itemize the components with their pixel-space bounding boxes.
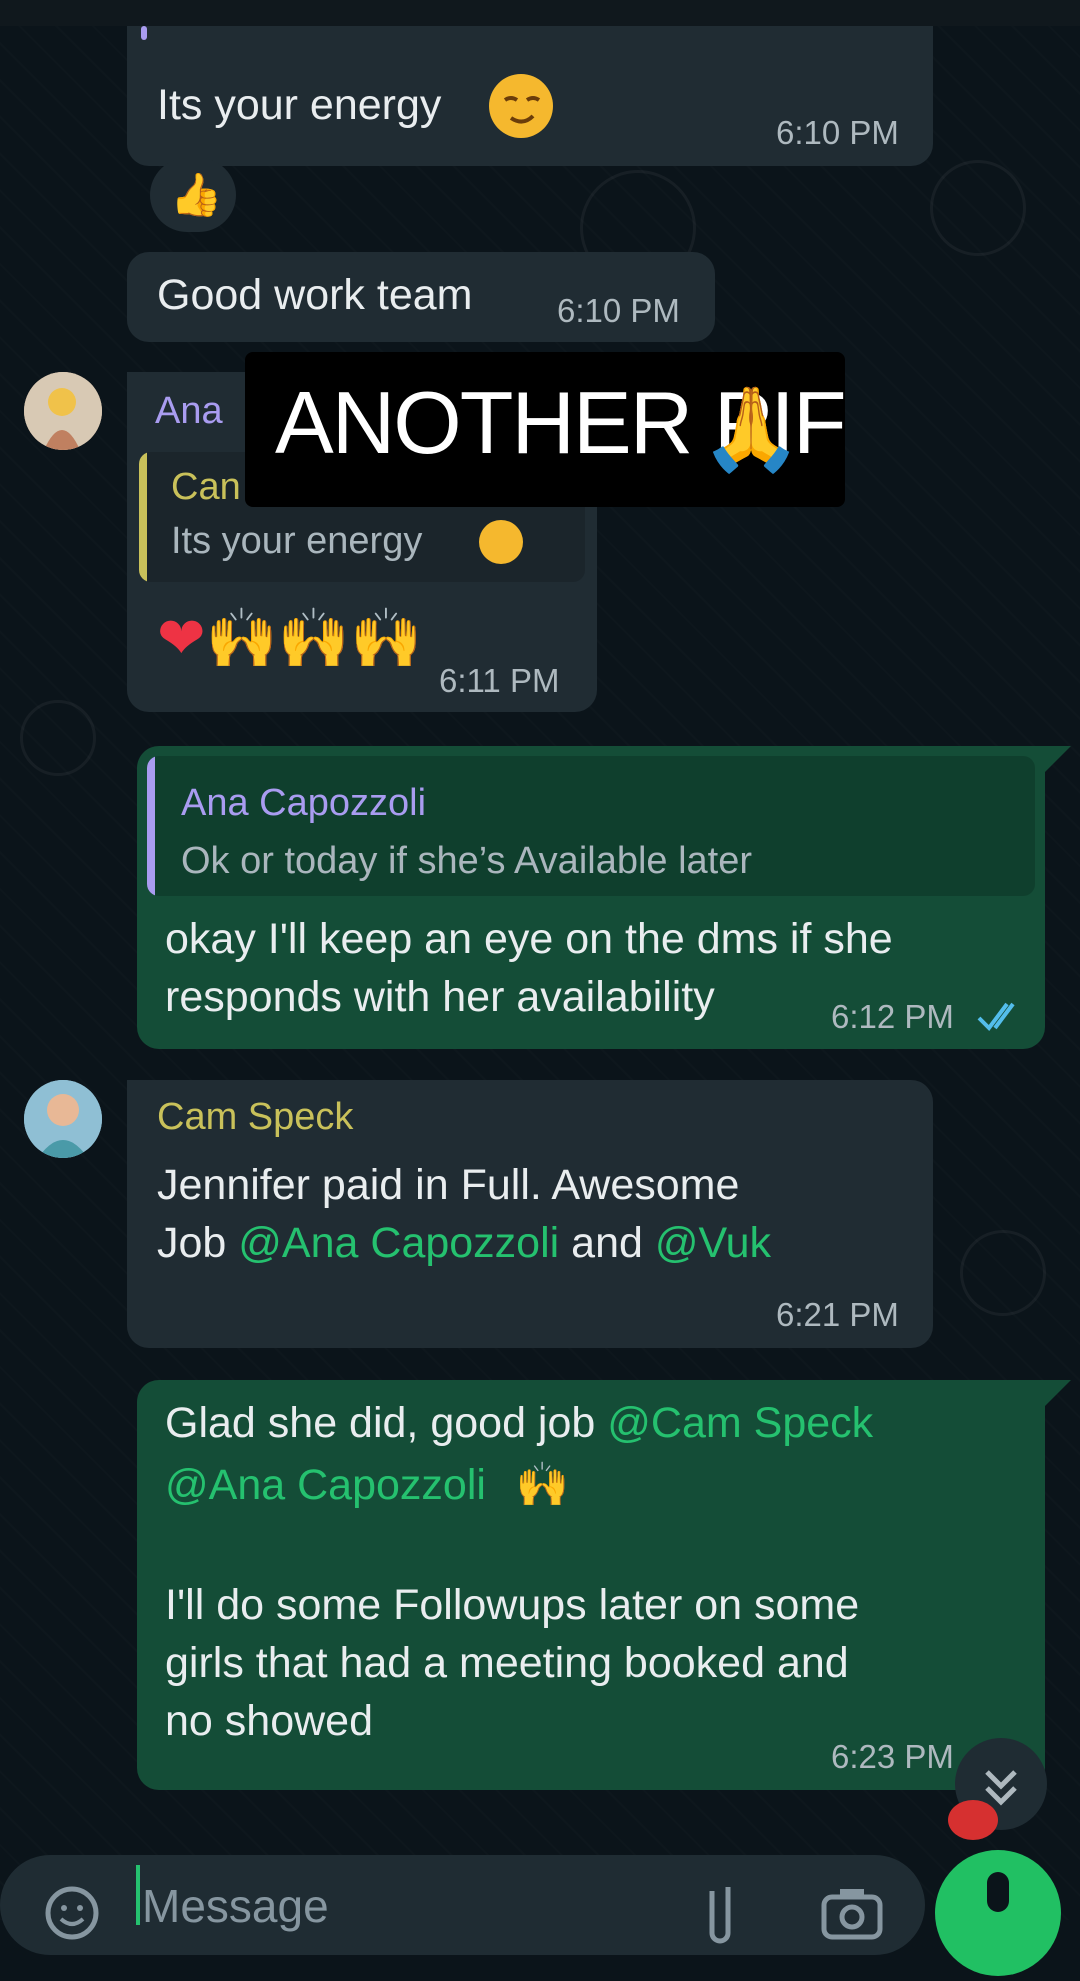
quote-text: Ok or today if she’s Available later bbox=[181, 840, 753, 882]
mention-link[interactable]: @Cam Speck bbox=[607, 1399, 873, 1447]
reaction-badge[interactable]: 👍 bbox=[150, 158, 236, 232]
message-bubble-incoming[interactable]: Good work team 6:10 PM bbox=[127, 252, 715, 342]
text-segment: Glad she did, good job bbox=[165, 1399, 608, 1447]
wallpaper-doodle bbox=[20, 700, 96, 776]
message-time: 6:21 PM bbox=[776, 1296, 899, 1333]
mention-link[interactable]: @Vuk bbox=[655, 1219, 771, 1267]
reaction-emojis: ❤🙌🙌🙌 bbox=[157, 604, 423, 672]
quote-text: Its your energy bbox=[171, 520, 423, 562]
message-time: 6:10 PM bbox=[776, 114, 899, 151]
message-text-line: responds with her availability bbox=[165, 973, 715, 1021]
wallpaper-doodle bbox=[960, 1230, 1046, 1316]
message-time: 6:11 PM bbox=[439, 662, 560, 699]
quote-bar-fragment bbox=[141, 26, 147, 40]
avatar-cam[interactable] bbox=[24, 1080, 102, 1158]
emoji-icon[interactable] bbox=[42, 1883, 102, 1948]
bubble-tail bbox=[1045, 746, 1071, 772]
message-input[interactable] bbox=[140, 1865, 664, 1947]
mic-icon bbox=[987, 1872, 1009, 1912]
message-text: Its your energy bbox=[157, 81, 442, 129]
message-input-bar[interactable] bbox=[0, 1855, 925, 1955]
sender-name: Cam Speck bbox=[157, 1096, 354, 1138]
message-text-line: @Ana Capozzoli 🙌 bbox=[165, 1456, 569, 1514]
raised-hands-icon: 🙌 bbox=[515, 1460, 570, 1510]
message-text-line: Job @Ana Capozzoli and @Vuk bbox=[157, 1214, 771, 1272]
praying-hands-icon: 🙏 bbox=[700, 382, 803, 477]
message-time: 6:23 PM bbox=[831, 1738, 954, 1775]
message-text-line: Glad she did, good job @Cam Speck bbox=[165, 1394, 873, 1452]
thumbs-up-icon: 👍 bbox=[170, 170, 223, 219]
message-bubble-outgoing[interactable]: Ana Capozzoli Ok or today if she’s Avail… bbox=[137, 746, 1045, 1049]
message-text-line: girls that had a meeting booked and bbox=[165, 1639, 849, 1687]
mention-link[interactable]: @Ana Capozzoli bbox=[165, 1461, 486, 1509]
message-time: 6:12 PM bbox=[831, 998, 954, 1035]
reply-quote[interactable]: Ana Capozzoli Ok or today if she’s Avail… bbox=[147, 756, 1035, 896]
message-bubble-incoming[interactable]: Its your energy 6:10 PM bbox=[127, 26, 933, 166]
sender-name: Ana bbox=[155, 390, 223, 432]
smirk-emoji-icon bbox=[489, 74, 553, 138]
quote-bar bbox=[139, 452, 147, 582]
top-edge bbox=[0, 0, 1080, 26]
quote-bar bbox=[147, 756, 155, 896]
unread-dot bbox=[948, 1800, 998, 1840]
quote-sender: Can bbox=[171, 466, 241, 508]
message-time: 6:10 PM bbox=[557, 292, 680, 329]
story-overlay-banner: ANOTHER PIF 🙏 bbox=[245, 352, 847, 507]
message-text-line: Jennifer paid in Full. Awesome bbox=[157, 1161, 740, 1209]
mention-link[interactable]: @Ana Capozzoli bbox=[238, 1219, 559, 1267]
quote-sender: Ana Capozzoli bbox=[181, 782, 427, 824]
attach-icon[interactable] bbox=[700, 1881, 740, 1956]
smirk-emoji-icon bbox=[479, 520, 523, 564]
avatar-ana[interactable] bbox=[24, 372, 102, 450]
message-text: Good work team bbox=[157, 271, 473, 319]
bubble-tail bbox=[1045, 1380, 1071, 1406]
message-text-line: I'll do some Followups later on some bbox=[165, 1581, 860, 1629]
text-segment: and bbox=[559, 1219, 655, 1267]
double-check-icon bbox=[977, 998, 1027, 1039]
message-bubble-incoming[interactable]: Cam Speck Jennifer paid in Full. Awesome… bbox=[127, 1080, 933, 1348]
wallpaper-doodle bbox=[930, 160, 1026, 256]
message-bubble-outgoing[interactable]: Glad she did, good job @Cam Speck @Ana C… bbox=[137, 1380, 1045, 1790]
camera-icon[interactable] bbox=[820, 1885, 884, 1946]
message-text-line: no showed bbox=[165, 1697, 373, 1745]
mic-button[interactable] bbox=[935, 1850, 1061, 1976]
text-segment: Job bbox=[157, 1219, 239, 1267]
message-text-line: okay I'll keep an eye on the dms if she bbox=[165, 915, 893, 963]
